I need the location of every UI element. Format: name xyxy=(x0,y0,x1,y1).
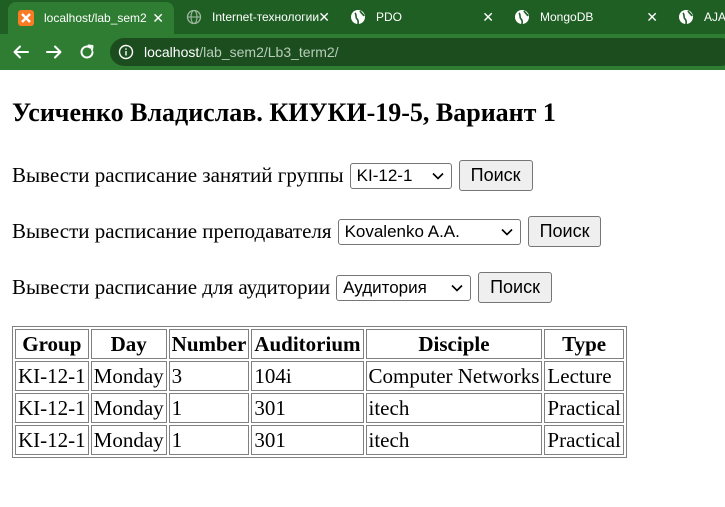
info-icon[interactable] xyxy=(118,44,134,60)
table-cell: itech xyxy=(365,425,543,455)
table-cell: 301 xyxy=(251,393,364,423)
table-cell: Computer Networks xyxy=(365,361,543,391)
globe-icon xyxy=(514,9,530,25)
table-cell: Monday xyxy=(90,393,167,423)
group-select-value: KI-12-1 xyxy=(356,165,413,185)
table-cell: Practical xyxy=(544,393,624,423)
page-content: Усиченко Владислав. КИУКИ-19-5, Вариант … xyxy=(0,70,725,507)
auditorium-search-label: Вывести расписание для аудитории xyxy=(12,275,331,299)
group-select[interactable]: KI-12-1 xyxy=(349,162,452,189)
tab-title: Internet-технологии xyxy=(212,10,320,24)
auditorium-search-button[interactable]: Поиск xyxy=(478,272,552,303)
globe-icon xyxy=(678,9,694,25)
column-header: Day xyxy=(90,329,167,359)
table-cell: 1 xyxy=(168,393,250,423)
tab-internet-tech[interactable]: Internet-технологии ✕ xyxy=(176,0,340,34)
table-cell: 1 xyxy=(168,425,250,455)
table-cell: 104i xyxy=(251,361,364,391)
close-icon[interactable]: ✕ xyxy=(152,10,164,27)
page-title: Усиченко Владислав. КИУКИ-19-5, Вариант … xyxy=(12,98,556,127)
table-cell: 301 xyxy=(251,425,364,455)
chevron-down-icon xyxy=(432,172,444,180)
tab-title: PDO xyxy=(376,10,403,24)
chevron-down-icon xyxy=(500,228,513,236)
table-row: KI-12-1 Monday 1 301 itech Practical xyxy=(15,393,624,423)
teacher-select[interactable]: Kovalenko A.A. xyxy=(337,218,521,245)
schedule-table: Group Day Number Auditorium Disciple Typ… xyxy=(12,326,627,458)
tab-title: MongoDB xyxy=(540,10,594,24)
column-header: Number xyxy=(168,329,250,359)
group-search-button[interactable]: Поиск xyxy=(458,160,533,191)
tab-mongodb[interactable]: MongoDB ✕ xyxy=(504,0,668,34)
url-path: /lab_sem2/Lb3_term2/ xyxy=(199,44,339,60)
table-row: KI-12-1 Monday 3 104i Computer Networks … xyxy=(15,361,624,391)
table-cell: KI-12-1 xyxy=(15,393,89,423)
close-icon[interactable]: ✕ xyxy=(646,9,658,26)
auditorium-select[interactable]: Аудитория xyxy=(336,274,472,301)
browser-toolbar: localhost/lab_sem2/Lb3_term2/ xyxy=(0,34,725,70)
auditorium-select-value: Аудитория xyxy=(343,277,427,297)
group-search-form: Вывести расписание занятий группы KI-12-… xyxy=(12,160,533,191)
tab-pdo[interactable]: PDO ✕ xyxy=(340,0,504,34)
tab-ajax[interactable]: AJAX xyxy=(668,0,725,34)
table-header-row: Group Day Number Auditorium Disciple Typ… xyxy=(15,329,624,359)
table-row: KI-12-1 Monday 1 301 itech Practical xyxy=(15,425,624,455)
column-header: Group xyxy=(15,329,89,359)
group-search-label: Вывести расписание занятий группы xyxy=(12,163,344,187)
chevron-down-icon xyxy=(451,284,463,292)
xampp-icon xyxy=(18,10,34,26)
table-cell: 3 xyxy=(168,361,250,391)
column-header: Auditorium xyxy=(251,329,364,359)
table-cell: KI-12-1 xyxy=(15,361,89,391)
globe-icon xyxy=(350,9,366,25)
tab-title: localhost/lab_sem2 xyxy=(44,11,147,25)
teacher-search-form: Вывести расписание преподавателя Kovalen… xyxy=(12,216,602,247)
address-bar[interactable]: localhost/lab_sem2/Lb3_term2/ xyxy=(110,38,725,66)
globe-icon xyxy=(186,9,202,25)
table-cell: Monday xyxy=(90,425,167,455)
url-host: localhost xyxy=(144,44,200,60)
reload-icon[interactable] xyxy=(75,40,99,64)
table-cell: Lecture xyxy=(544,361,624,391)
teacher-search-button[interactable]: Поиск xyxy=(527,216,602,247)
column-header: Type xyxy=(544,329,624,359)
tab-title: AJAX xyxy=(704,10,725,24)
teacher-select-value: Kovalenko A.A. xyxy=(344,221,460,241)
table-cell: Practical xyxy=(544,425,624,455)
back-arrow-icon[interactable] xyxy=(9,40,33,64)
tab-localhost[interactable]: localhost/lab_sem2 ✕ xyxy=(8,2,174,34)
browser-tabstrip: localhost/lab_sem2 ✕ Internet-технологии… xyxy=(0,0,725,34)
forward-arrow-icon[interactable] xyxy=(42,40,66,64)
table-cell: Monday xyxy=(90,361,167,391)
auditorium-search-form: Вывести расписание для аудитории Аудитор… xyxy=(12,272,552,303)
teacher-search-label: Вывести расписание преподавателя xyxy=(12,219,332,243)
column-header: Disciple xyxy=(365,329,543,359)
close-icon[interactable]: ✕ xyxy=(482,9,494,26)
close-icon[interactable]: ✕ xyxy=(318,9,330,26)
table-cell: KI-12-1 xyxy=(15,425,89,455)
table-cell: itech xyxy=(365,393,543,423)
